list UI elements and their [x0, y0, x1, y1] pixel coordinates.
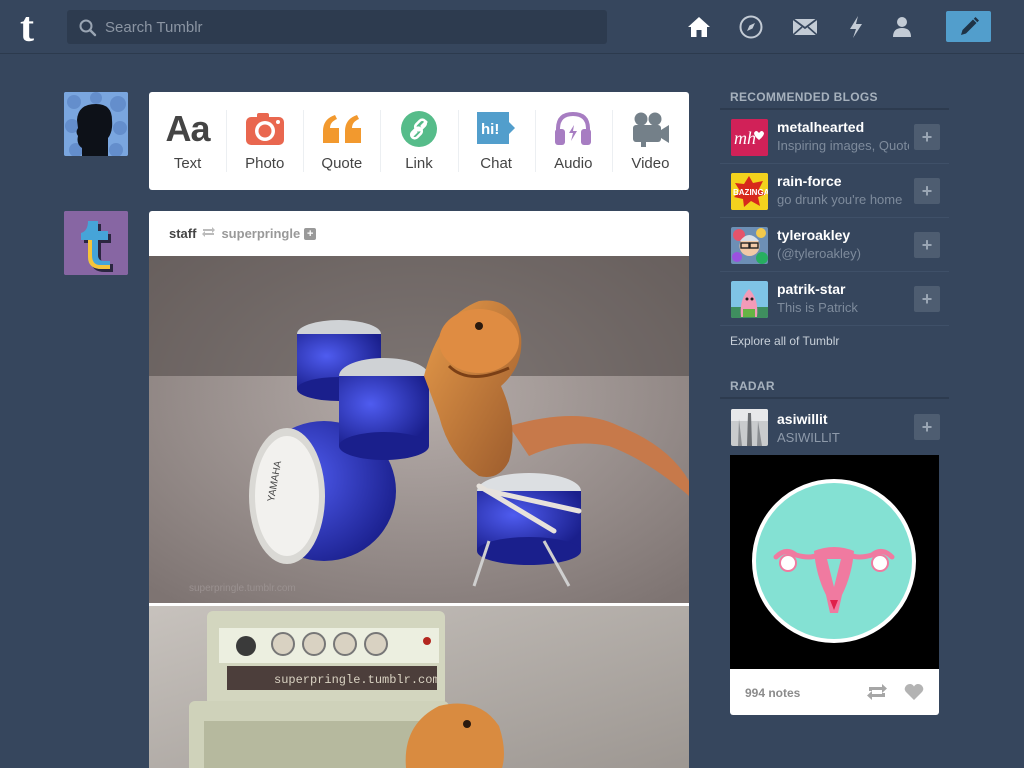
post-type-quote[interactable]: Quote [303, 92, 380, 190]
recommended-blog[interactable]: patrik-star This is Patrick + [720, 272, 949, 326]
svg-text:mh: mh [734, 128, 756, 148]
user-avatar[interactable] [64, 92, 128, 156]
recommended-blogs-title: RECOMMENDED BLOGS [730, 90, 878, 104]
text-icon: Aa [165, 108, 211, 149]
video-camera-icon [630, 109, 670, 149]
blog-avatar[interactable] [731, 281, 768, 318]
post-type-label: Text [173, 155, 202, 172]
post-type-label: Link [405, 155, 433, 172]
post-type-label: Quote [321, 155, 363, 172]
recommended-blog[interactable]: tyleroakley (@tyleroakley) + [720, 218, 949, 272]
follow-button[interactable]: + [914, 178, 940, 204]
svg-text:hi!: hi! [481, 121, 499, 138]
blog-avatar[interactable]: BAZINGA [731, 173, 768, 210]
svg-text:superpringle.tumblr.com: superpringle.tumblr.com [189, 583, 296, 594]
blog-description: ASIWILLIT [777, 430, 840, 445]
notes-count[interactable]: 994 notes [745, 686, 800, 700]
compose-button[interactable] [946, 11, 991, 42]
post-author-link[interactable]: staff [169, 226, 196, 241]
svg-text:BAZINGA: BAZINGA [733, 188, 768, 197]
search-input[interactable] [105, 10, 595, 44]
staff-avatar[interactable] [64, 211, 128, 275]
pencil-icon [960, 16, 979, 35]
headphones-icon [553, 109, 593, 149]
blog-name[interactable]: asiwillit [777, 411, 907, 427]
home-icon[interactable] [686, 14, 712, 40]
radar-image[interactable] [730, 455, 939, 669]
inbox-icon[interactable] [792, 14, 818, 40]
blog-description: Inspiring images, Quotes [777, 138, 909, 153]
post-card: staff superpringle + YAMAHA superpringle… [149, 211, 689, 768]
follow-button[interactable]: + [914, 232, 940, 258]
post-type-text[interactable]: Aa Text [149, 92, 226, 190]
post-type-audio[interactable]: Audio [534, 92, 612, 190]
radar-footer: 994 notes [730, 669, 939, 715]
blog-name[interactable]: tyleroakley [777, 227, 907, 243]
blog-name[interactable]: rain-force [777, 173, 907, 189]
follow-source-button[interactable]: + [304, 227, 317, 240]
top-bar: t [0, 0, 1024, 54]
recommended-blog[interactable]: mh metalhearted Inspiring images, Quotes… [720, 110, 949, 164]
quote-icon [321, 109, 363, 149]
radar-blog[interactable]: asiwillit ASIWILLIT + [720, 400, 949, 454]
camera-icon [245, 109, 285, 149]
svg-text:t: t [20, 8, 34, 46]
explore-icon[interactable] [738, 14, 764, 40]
search-box [67, 10, 607, 44]
follow-button[interactable]: + [914, 124, 940, 150]
post-type-photo[interactable]: Photo [226, 92, 303, 190]
blog-name[interactable]: patrik-star [777, 281, 907, 297]
svg-text:superpringle.tumblr.com: superpringle.tumblr.com [274, 673, 440, 687]
radar-title: RADAR [730, 379, 775, 393]
post-photo[interactable]: YAMAHA superpringle.tumblr.com [149, 256, 689, 603]
tumblr-logo-icon[interactable]: t [17, 5, 51, 51]
recommended-blog[interactable]: BAZINGA rain-force go drunk you're home … [720, 164, 949, 218]
blog-avatar[interactable] [731, 409, 768, 446]
post-header: staff superpringle + [149, 211, 689, 256]
post-type-video[interactable]: Video [611, 92, 689, 190]
blog-name[interactable]: metalhearted [777, 119, 907, 135]
explore-link[interactable]: Explore all of Tumblr [730, 334, 839, 348]
blog-description: (@tyleroakley) [777, 246, 861, 261]
blog-description: This is Patrick [777, 300, 858, 315]
activity-icon[interactable] [843, 14, 869, 40]
reblog-icon[interactable] [866, 683, 888, 706]
follow-button[interactable]: + [914, 286, 940, 312]
search-icon [79, 19, 97, 37]
post-type-label: Video [631, 155, 670, 172]
radar-post: 994 notes [730, 455, 939, 715]
post-type-label: Chat [480, 155, 512, 172]
account-icon[interactable] [889, 14, 915, 40]
blog-avatar[interactable]: mh [731, 119, 768, 156]
post-type-chat[interactable]: hi! Chat [457, 92, 535, 190]
post-photo[interactable]: superpringle.tumblr.com [149, 606, 689, 768]
follow-button[interactable]: + [914, 414, 940, 440]
blog-description: go drunk you're home [777, 192, 903, 207]
post-source-link[interactable]: superpringle [221, 226, 300, 241]
heart-icon[interactable] [904, 683, 924, 706]
blog-avatar[interactable] [731, 227, 768, 264]
post-type-label: Audio [554, 155, 593, 172]
chat-icon: hi! [475, 109, 517, 149]
post-type-label: Photo [245, 155, 285, 172]
link-icon [400, 109, 438, 149]
post-type-bar: Aa Text Photo Quote Link hi! Chat Audio [149, 92, 689, 190]
divider [720, 397, 949, 399]
post-type-link[interactable]: Link [380, 92, 457, 190]
reblog-icon [201, 226, 216, 241]
